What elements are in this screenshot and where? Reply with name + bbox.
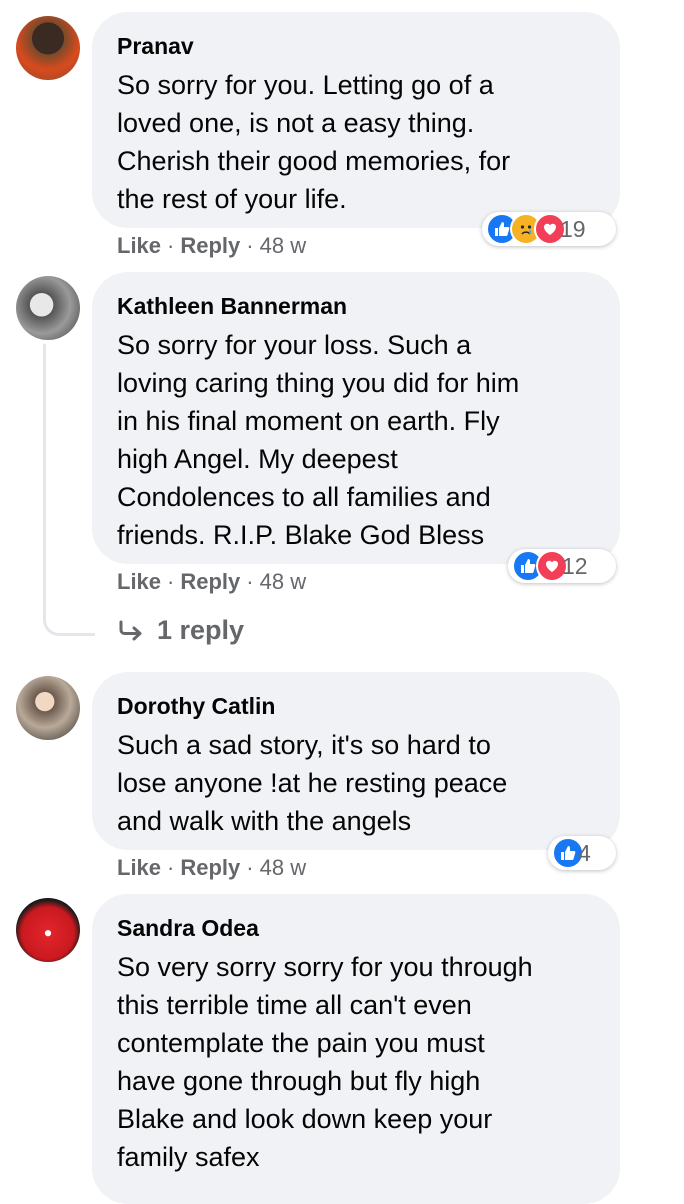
comment-actions: Like · Reply · 48 w [117,854,306,882]
comment-text: So sorry for you. Letting go of a loved … [117,70,511,214]
comment-bubble: Kathleen Bannerman So sorry for your los… [92,272,620,564]
timestamp[interactable]: 48 w [260,855,306,880]
comment-text: So very sorry sorry for you through this… [117,952,533,1172]
like-button[interactable]: Like [117,855,161,880]
reaction-count: 19 [560,215,586,242]
reply-button[interactable]: Reply [180,233,240,258]
comment-author[interactable]: Dorothy Catlin [117,692,594,720]
thread-line [43,344,95,636]
comment-text: So sorry for your loss. Such a loving ca… [117,330,520,550]
comment-bubble: Pranav So sorry for you. Letting go of a… [92,12,620,228]
separator: · [246,569,254,594]
reply-arrow-icon [119,620,142,640]
reactions-summary[interactable]: 12 [508,549,616,583]
like-button[interactable]: Like [117,569,161,594]
replies-count-label[interactable]: 1 reply [157,615,244,646]
avatar[interactable] [16,676,80,740]
view-replies-link[interactable]: 1 reply [117,615,244,646]
separator: · [246,233,254,258]
avatar[interactable] [16,16,80,80]
comment-bubble: Dorothy Catlin Such a sad story, it's so… [92,672,620,850]
timestamp[interactable]: 48 w [260,569,306,594]
reaction-count: 4 [578,839,591,866]
separator: · [246,855,254,880]
avatar[interactable] [16,898,80,962]
reply-button[interactable]: Reply [180,855,240,880]
reaction-count: 12 [562,552,588,579]
reply-button[interactable]: Reply [180,569,240,594]
comment-text: Such a sad story, it's so hard to lose a… [117,730,508,836]
like-button[interactable]: Like [117,233,161,258]
reactions-summary[interactable]: 4 [548,836,616,870]
avatar[interactable] [16,276,80,340]
comment-author[interactable]: Sandra Odea [117,914,594,942]
separator: · [167,855,175,880]
separator: · [167,233,175,258]
comment-actions: Like · Reply · 48 w [117,232,306,260]
separator: · [167,569,175,594]
reactions-summary[interactable]: 19 [482,212,616,246]
timestamp[interactable]: 48 w [260,233,306,258]
comment-author[interactable]: Kathleen Bannerman [117,292,594,320]
comment-actions: Like · Reply · 48 w [117,568,306,596]
comment-author[interactable]: Pranav [117,32,594,60]
comment-bubble: Sandra Odea So very sorry sorry for you … [92,894,620,1204]
